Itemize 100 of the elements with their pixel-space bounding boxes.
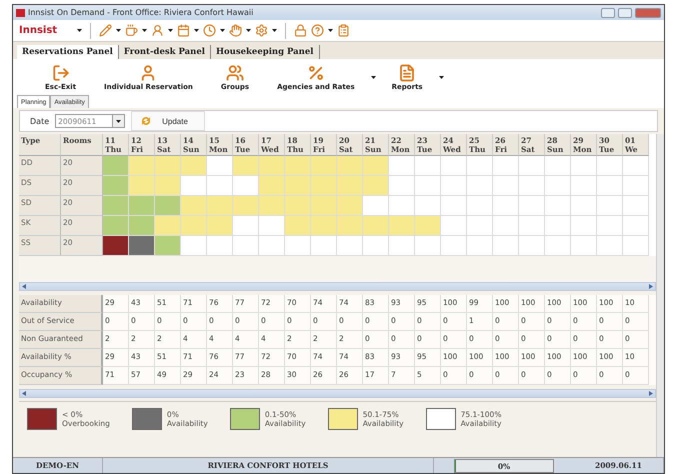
caret-icon[interactable] (220, 29, 225, 32)
availability-cell[interactable] (363, 216, 389, 236)
availability-cell[interactable] (259, 236, 285, 256)
availability-cell[interactable] (519, 176, 545, 196)
availability-cell[interactable] (441, 216, 467, 236)
availability-cell[interactable] (441, 196, 467, 216)
caret-icon[interactable] (142, 29, 147, 32)
availability-cell[interactable] (129, 196, 155, 216)
availability-cell[interactable] (467, 196, 493, 216)
availability-cell[interactable] (571, 216, 597, 236)
availability-cell[interactable] (337, 236, 363, 256)
availability-cell[interactable] (571, 236, 597, 256)
availability-cell[interactable] (597, 156, 623, 176)
availability-cell[interactable] (519, 236, 545, 256)
availability-cell[interactable] (207, 236, 233, 256)
availability-cell[interactable] (467, 176, 493, 196)
availability-cell[interactable] (597, 196, 623, 216)
maximize-button[interactable] (618, 8, 632, 18)
availability-cell[interactable] (207, 196, 233, 216)
availability-cell[interactable] (467, 236, 493, 256)
availability-cell[interactable] (519, 216, 545, 236)
availability-cell[interactable] (415, 176, 441, 196)
availability-cell[interactable] (389, 216, 415, 236)
availability-cell[interactable] (311, 176, 337, 196)
availability-cell[interactable] (571, 156, 597, 176)
availability-cell[interactable] (363, 236, 389, 256)
availability-cell[interactable] (181, 196, 207, 216)
availability-cell[interactable] (467, 216, 493, 236)
calendar-icon[interactable] (177, 24, 190, 37)
availability-cell[interactable] (467, 156, 493, 176)
availability-cell[interactable] (259, 156, 285, 176)
availability-cell[interactable] (493, 176, 519, 196)
availability-cell[interactable] (259, 176, 285, 196)
availability-cell[interactable] (441, 156, 467, 176)
right-arrow-icon[interactable] (649, 284, 653, 289)
pencil-icon[interactable] (99, 24, 112, 37)
availability-cell[interactable] (103, 236, 129, 256)
availability-cell[interactable] (311, 196, 337, 216)
availability-cell[interactable] (155, 216, 181, 236)
availability-cell[interactable] (493, 156, 519, 176)
dropdown-button[interactable] (112, 115, 124, 127)
availability-cell[interactable] (623, 196, 649, 216)
availability-cell[interactable] (571, 176, 597, 196)
availability-cell[interactable] (337, 196, 363, 216)
availability-cell[interactable] (285, 196, 311, 216)
caret-icon[interactable] (116, 29, 121, 32)
availability-cell[interactable] (493, 236, 519, 256)
availability-cell[interactable] (623, 156, 649, 176)
settings-icon[interactable] (255, 24, 268, 37)
availability-cell[interactable] (207, 156, 233, 176)
availability-cell[interactable] (181, 176, 207, 196)
availability-cell[interactable] (415, 216, 441, 236)
availability-cell[interactable] (441, 176, 467, 196)
availability-cell[interactable] (337, 176, 363, 196)
horizontal-scrollbar[interactable] (19, 389, 656, 398)
availability-cell[interactable] (337, 156, 363, 176)
close-button[interactable] (635, 8, 661, 18)
availability-cell[interactable] (129, 236, 155, 256)
caret-icon[interactable] (77, 29, 82, 32)
availability-cell[interactable] (545, 236, 571, 256)
availability-cell[interactable] (103, 216, 129, 236)
availability-cell[interactable] (337, 216, 363, 236)
caret-icon[interactable] (438, 76, 444, 78)
caret-icon[interactable] (194, 29, 199, 32)
availability-cell[interactable] (545, 176, 571, 196)
help-icon[interactable] (311, 24, 324, 37)
availability-cell[interactable] (519, 196, 545, 216)
cup-icon[interactable] (125, 24, 138, 37)
clipboard-icon[interactable] (337, 24, 350, 37)
availability-cell[interactable] (103, 156, 129, 176)
update-button[interactable]: Update (131, 111, 205, 131)
availability-cell[interactable] (259, 196, 285, 216)
availability-cell[interactable] (597, 236, 623, 256)
availability-cell[interactable] (103, 196, 129, 216)
availability-cell[interactable] (623, 176, 649, 196)
availability-cell[interactable] (415, 156, 441, 176)
hand-icon[interactable] (229, 24, 242, 37)
availability-cell[interactable] (155, 176, 181, 196)
availability-cell[interactable] (207, 176, 233, 196)
availability-cell[interactable] (545, 196, 571, 216)
availability-cell[interactable] (285, 236, 311, 256)
availability-cell[interactable] (311, 216, 337, 236)
availability-cell[interactable] (493, 216, 519, 236)
minimize-button[interactable] (601, 8, 615, 18)
caret-icon[interactable] (328, 29, 333, 32)
availability-cell[interactable] (597, 176, 623, 196)
availability-cell[interactable] (129, 176, 155, 196)
availability-cell[interactable] (441, 236, 467, 256)
panel-tab[interactable]: Reservations Panel (17, 45, 119, 59)
availability-cell[interactable] (389, 236, 415, 256)
availability-cell[interactable] (571, 196, 597, 216)
availability-cell[interactable] (129, 156, 155, 176)
availability-cell[interactable] (363, 196, 389, 216)
availability-cell[interactable] (233, 196, 259, 216)
availability-cell[interactable] (233, 156, 259, 176)
availability-cell[interactable] (181, 236, 207, 256)
availability-cell[interactable] (155, 236, 181, 256)
vertical-scrollbar[interactable] (656, 134, 664, 457)
availability-cell[interactable] (285, 176, 311, 196)
availability-cell[interactable] (259, 216, 285, 236)
